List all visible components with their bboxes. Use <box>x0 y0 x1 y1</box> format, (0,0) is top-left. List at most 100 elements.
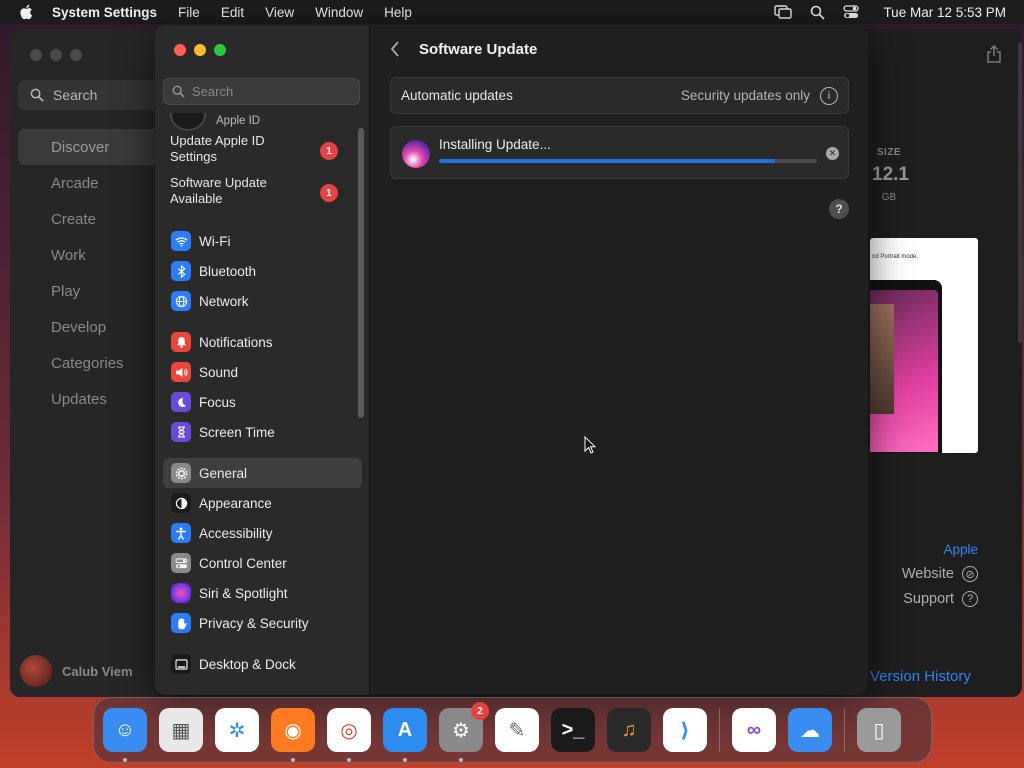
siri-icon <box>171 583 191 603</box>
bluetooth-icon <box>171 261 191 281</box>
firefox-app[interactable]: ◉ <box>271 708 315 762</box>
search-icon <box>172 85 185 98</box>
update-apple-id-settings-notice[interactable]: Update Apple ID Settings 1 <box>155 133 370 173</box>
dock-icon <box>171 654 191 674</box>
safari-app[interactable]: ✲ <box>215 708 259 752</box>
avatar <box>170 113 206 131</box>
installing-update-card: Installing Update... ✕ <box>390 126 849 179</box>
settings-search-input[interactable]: Search <box>163 78 360 105</box>
textedit-app[interactable]: ✎ <box>495 708 539 752</box>
sidebar-scrollbar[interactable] <box>358 128 364 418</box>
apple-id-row[interactable]: Apple ID <box>155 113 370 131</box>
automatic-updates-value: Security updates only <box>680 88 810 103</box>
sidebar-item-appearance[interactable]: Appearance <box>163 488 362 518</box>
wifi-icon <box>171 231 191 251</box>
screen-mirroring-icon[interactable] <box>774 5 793 19</box>
app-store-account[interactable]: Calub Viem <box>20 655 133 687</box>
vscode-app[interactable]: ⟩ <box>663 708 707 752</box>
finder-app[interactable]: ☺ <box>103 708 147 762</box>
zoom-button[interactable] <box>214 44 226 56</box>
chrome-app[interactable]: ◎ <box>327 708 371 762</box>
running-indicator <box>347 758 351 762</box>
hand-icon <box>171 613 191 633</box>
view-menu[interactable]: View <box>265 5 294 20</box>
finder-icon: ☺ <box>114 718 136 741</box>
install-progress-bar <box>439 159 817 163</box>
weather-app[interactable]: ☁ <box>788 708 832 752</box>
terminal-app[interactable]: >_ <box>551 708 595 752</box>
nav-work[interactable]: Work <box>18 237 168 273</box>
share-icon[interactable] <box>986 45 1002 63</box>
nav-categories[interactable]: Categories <box>18 345 168 381</box>
system-settings-app[interactable]: ⚙ 2 <box>439 702 489 762</box>
file-menu[interactable]: File <box>178 5 200 20</box>
app-store-app[interactable]: A <box>383 708 427 762</box>
nav-play[interactable]: Play <box>18 273 168 309</box>
trash-app[interactable]: ▯ <box>857 708 901 752</box>
sidebar-item-label: Appearance <box>199 495 272 511</box>
apple-logo-icon[interactable] <box>18 3 36 21</box>
sidebar-item-general[interactable]: General <box>163 458 362 488</box>
textedit-icon: ✎ <box>508 719 526 742</box>
sidebar-item-wifi[interactable]: Wi-Fi <box>163 226 362 256</box>
nav-develop[interactable]: Develop <box>18 309 168 345</box>
help-menu[interactable]: Help <box>384 5 412 20</box>
spotlight-search-icon[interactable] <box>810 5 826 20</box>
software-update-available-notice[interactable]: Software Update Available 1 <box>155 175 370 215</box>
sidebar-item-desktop-dock[interactable]: Desktop & Dock <box>163 649 362 679</box>
launchpad-app[interactable]: ▦ <box>159 708 203 752</box>
info-icon[interactable]: i <box>820 86 838 105</box>
sidebar-item-accessibility[interactable]: Accessibility <box>163 518 362 548</box>
nav-create[interactable]: Create <box>18 201 168 237</box>
sidebar-item-bluetooth[interactable]: Bluetooth <box>163 256 362 286</box>
sidebar-item-privacy-security[interactable]: Privacy & Security <box>163 608 362 638</box>
developer-links: Apple Website ⊘ Support ? <box>870 542 978 607</box>
window-menu[interactable]: Window <box>315 5 363 20</box>
version-history-link[interactable]: Version History <box>870 668 971 685</box>
automatic-updates-value-group: Security updates only i <box>680 86 838 105</box>
website-link[interactable]: Website ⊘ <box>870 566 978 582</box>
minimize-button[interactable] <box>194 44 206 56</box>
notice-text: Update Apple ID Settings <box>170 133 265 164</box>
menu-bar: System Settings File Edit View Window He… <box>0 0 1024 24</box>
zoom-button[interactable] <box>70 49 82 61</box>
sidebar-item-screen-time[interactable]: Screen Time <box>163 417 362 447</box>
app-store-search-field[interactable]: Search <box>18 80 168 110</box>
sidebar-item-notifications[interactable]: Notifications <box>163 327 362 357</box>
developer-link[interactable]: Apple <box>870 542 978 557</box>
cancel-install-button[interactable]: ✕ <box>826 147 839 160</box>
nav-arcade[interactable]: Arcade <box>18 165 168 201</box>
close-button[interactable] <box>30 49 42 61</box>
close-button[interactable] <box>174 44 186 56</box>
nav-updates[interactable]: Updates <box>18 381 168 417</box>
app-preview-screenshot[interactable]: nd Portrait mode. <box>870 238 978 453</box>
sidebar-group-general: General Appearance Accessibility Control… <box>155 458 370 638</box>
app-store-scrollbar[interactable] <box>1018 43 1022 343</box>
back-button[interactable] <box>390 41 404 59</box>
menubar-clock[interactable]: Tue Mar 12 5:53 PM <box>883 5 1006 20</box>
hourglass-icon <box>171 422 191 442</box>
support-label: Support <box>903 591 954 607</box>
sidebar-item-focus[interactable]: Focus <box>163 387 362 417</box>
minimize-button[interactable] <box>50 49 62 61</box>
sidebar-item-control-center[interactable]: Control Center <box>163 548 362 578</box>
sidebar-item-sound[interactable]: Sound <box>163 357 362 387</box>
sidebar-item-network[interactable]: Network <box>163 286 362 316</box>
sidebar-item-label: Bluetooth <box>199 263 257 279</box>
nav-discover[interactable]: Discover <box>18 129 168 165</box>
support-link[interactable]: Support ? <box>870 591 978 607</box>
sidebar-item-label: Desktop & Dock <box>199 656 296 672</box>
edit-menu[interactable]: Edit <box>221 5 244 20</box>
preview-device-image <box>870 280 942 453</box>
help-button[interactable]: ? <box>829 199 849 219</box>
search-placeholder: Search <box>192 84 234 99</box>
garageband-app[interactable]: ♫ <box>607 708 651 752</box>
dock-badge: 2 <box>471 702 489 720</box>
dock: ☺ ▦ ✲ ◉ ◎ A ⚙ 2 ✎ >_ ♫ ⟩ ∞ ☁ ▯ <box>93 697 932 763</box>
app-menu[interactable]: System Settings <box>52 5 157 20</box>
sidebar-item-siri-spotlight[interactable]: Siri & Spotlight <box>163 578 362 608</box>
control-center-icon[interactable] <box>843 5 860 19</box>
size-label: SIZE <box>876 147 902 158</box>
globe-icon <box>171 291 191 311</box>
visual-studio-app[interactable]: ∞ <box>732 708 776 752</box>
